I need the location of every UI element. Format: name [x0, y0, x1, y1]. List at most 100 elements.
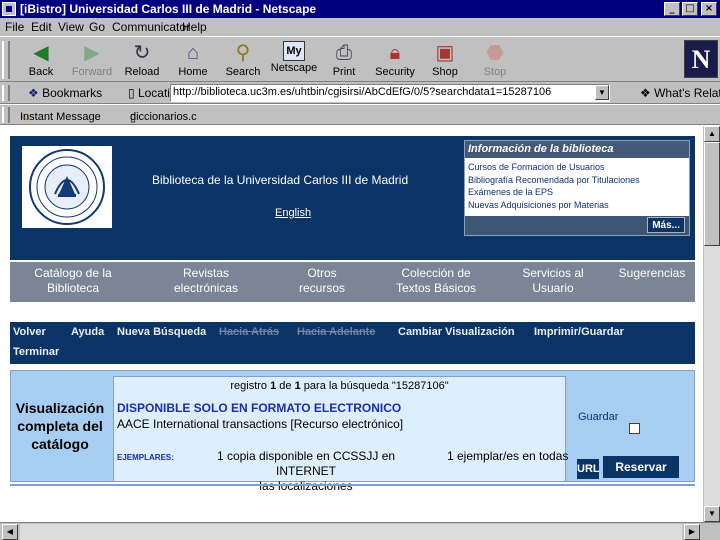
scroll-up-icon[interactable]: ▲	[704, 126, 720, 142]
main-navigation: Catálogo de la Biblioteca Revistas electró…	[10, 262, 695, 302]
ayuda-link[interactable]: Ayuda	[71, 326, 104, 338]
info-link-cursos[interactable]: Cursos de Formación de Usuarios	[468, 161, 689, 174]
menu-help[interactable]: Help	[182, 20, 207, 34]
ejemplares-todas: 1 ejemplar/es en todas	[447, 449, 569, 463]
record-title-link[interactable]: AACE International transactions [Recurso…	[117, 417, 403, 431]
info-box-list: Cursos de Formación de Usuarios Bibliogr…	[465, 158, 689, 211]
related-icon: ❖	[640, 86, 655, 100]
security-icon: 🔒︎	[389, 42, 401, 64]
url-dropdown-button[interactable]: ▼	[595, 85, 609, 100]
page-icon: ▯	[128, 86, 138, 100]
maximize-button[interactable]: □	[682, 2, 698, 16]
horizontal-scroll-track[interactable]	[20, 524, 682, 540]
guardar-label: Guardar	[578, 411, 619, 423]
search-button[interactable]: ⚲ Search	[218, 41, 268, 81]
shop-button[interactable]: ▣ Shop	[420, 41, 470, 81]
netscape-icon: My	[283, 41, 305, 61]
guardar-checkbox[interactable]	[629, 423, 640, 434]
hacia-adelante-link: Hacia Adelante	[297, 326, 376, 338]
location-toolbar: ❖ Bookmarks ▯ Location: http://bibliotec…	[0, 82, 720, 104]
availability-notice: DISPONIBLE SOLO EN FORMATO ELECTRONICO	[117, 401, 402, 415]
print-button[interactable]: ⎙ Print	[319, 41, 369, 81]
record-counter: registro 1 de 1 para la búsqueda "152871…	[114, 380, 565, 396]
scroll-right-icon[interactable]: ▶	[684, 524, 700, 540]
info-box-footer: Más...	[465, 216, 689, 235]
menu-communicator[interactable]: Communicator	[112, 20, 190, 34]
stop-button[interactable]: ⬣ Stop	[470, 41, 520, 81]
nav-otros-recursos[interactable]: Otros recursos	[278, 266, 366, 296]
reload-icon: ↻	[133, 42, 151, 64]
personal-toolbar: ☺ Instant Message ▯ diccionarios.c	[0, 105, 720, 125]
url-badge[interactable]: URL	[577, 459, 600, 479]
bookmarks-icon: ❖	[28, 86, 43, 100]
nav-revistas[interactable]: Revistas electrónicas	[150, 266, 262, 296]
nav-catalogo[interactable]: Catálogo de la Biblioteca	[16, 266, 130, 296]
vertical-scroll-thumb[interactable]	[704, 142, 720, 246]
menu-bar: File Edit View Go Communicator Help	[0, 18, 720, 36]
personal-grip[interactable]	[2, 107, 10, 123]
nav-sugerencias[interactable]: Sugerencias	[610, 266, 694, 281]
ejemplares-label: EJEMPLARES:	[117, 453, 174, 462]
netscape-logo[interactable]: N	[684, 40, 718, 78]
search-icon: ⚲	[235, 42, 251, 64]
netscape-button[interactable]: My Netscape	[269, 41, 319, 81]
menu-go[interactable]: Go	[89, 20, 105, 34]
forward-button[interactable]: ▶ Forward	[67, 41, 117, 81]
toolbar-grip[interactable]	[2, 41, 10, 79]
catalog-record-panel: Visualización completa del catálogo regi…	[10, 370, 695, 493]
page-divider	[10, 484, 695, 486]
scroll-down-icon[interactable]: ▼	[704, 506, 720, 522]
bookmarks-button[interactable]: ❖ Bookmarks	[28, 86, 102, 100]
hacia-atras-link: Hacia Atrás	[219, 326, 280, 338]
shop-icon: ▣	[435, 42, 455, 64]
back-icon: ◀	[33, 42, 49, 64]
university-seal-logo	[22, 146, 112, 228]
horizontal-scrollbar[interactable]: ◀ ▶	[0, 522, 720, 540]
location-grip[interactable]	[2, 85, 10, 101]
nueva-busqueda-link[interactable]: Nueva Búsqueda	[117, 326, 206, 338]
menu-view[interactable]: View	[58, 20, 84, 34]
security-button[interactable]: 🔒︎ Security	[370, 41, 420, 81]
url-input[interactable]: http://biblioteca.uc3m.es/uhtbin/cgisirs…	[170, 84, 610, 102]
info-link-examenes[interactable]: Exámenes de la EPS	[468, 186, 689, 199]
terminar-link[interactable]: Terminar	[13, 346, 59, 358]
scroll-left-icon[interactable]: ◀	[2, 524, 18, 540]
stop-icon: ⬣	[486, 42, 504, 64]
home-icon: ⌂	[186, 42, 200, 64]
vertical-scrollbar[interactable]: ▲ ▼	[703, 126, 720, 522]
nav-servicios[interactable]: Servicios al Usuario	[506, 266, 600, 296]
close-button[interactable]: ×	[701, 2, 717, 16]
window-title-bar: [iBistro] Universidad Carlos III de Madr…	[0, 0, 720, 18]
netscape-window-icon	[2, 2, 16, 16]
info-link-bibliografia[interactable]: Bibliografía Recomendada por Titulacione…	[468, 174, 689, 187]
more-button[interactable]: Más...	[647, 217, 685, 233]
library-info-box: Información de la biblioteca Cursos de F…	[464, 140, 690, 236]
library-header: Biblioteca de la Universidad Carlos III …	[10, 136, 695, 260]
nav-coleccion-textos[interactable]: Colección de Textos Básicos	[380, 266, 492, 296]
volver-link[interactable]: Volver	[13, 326, 46, 338]
cambiar-visualizacion-link[interactable]: Cambiar Visualización	[398, 326, 515, 338]
home-button[interactable]: ⌂ Home	[168, 41, 218, 81]
page-content: Biblioteca de la Universidad Carlos III …	[0, 126, 703, 522]
menu-edit[interactable]: Edit	[31, 20, 52, 34]
ejemplares-text: 1 copia disponible en CCSSJJ en INTERNET…	[216, 449, 396, 493]
chevron-down-icon: ▼	[598, 88, 606, 97]
record-box: registro 1 de 1 para la búsqueda "152871…	[113, 376, 569, 493]
info-link-adquisiciones[interactable]: Nuevas Adquisiciones por Materias	[468, 199, 689, 212]
minimize-button[interactable]: _	[664, 2, 680, 16]
imprimir-guardar-link[interactable]: Imprimir/Guardar	[534, 326, 624, 338]
navigation-toolbar: ◀ Back ▶ Forward ↻ Reload ⌂ Home ⚲ Searc…	[0, 36, 720, 82]
info-box-title: Información de la biblioteca	[465, 141, 689, 158]
window-title: [iBistro] Universidad Carlos III de Madr…	[20, 2, 317, 16]
print-icon: ⎙	[336, 42, 352, 64]
menu-file[interactable]: File	[5, 20, 24, 34]
forward-icon: ▶	[84, 42, 100, 64]
english-link[interactable]: English	[275, 207, 311, 219]
full-view-label: Visualización completa del catálogo	[15, 400, 105, 452]
reload-button[interactable]: ↻ Reload	[117, 41, 167, 81]
whats-related-button[interactable]: ❖ What's Related	[640, 86, 720, 100]
back-button[interactable]: ◀ Back	[16, 41, 66, 81]
reservar-button[interactable]: Reservar	[603, 456, 679, 478]
library-title: Biblioteca de la Universidad Carlos III …	[152, 173, 409, 187]
catalog-toolbar: Volver Ayuda Nueva Búsqueda Hacia Atrás …	[10, 322, 695, 364]
